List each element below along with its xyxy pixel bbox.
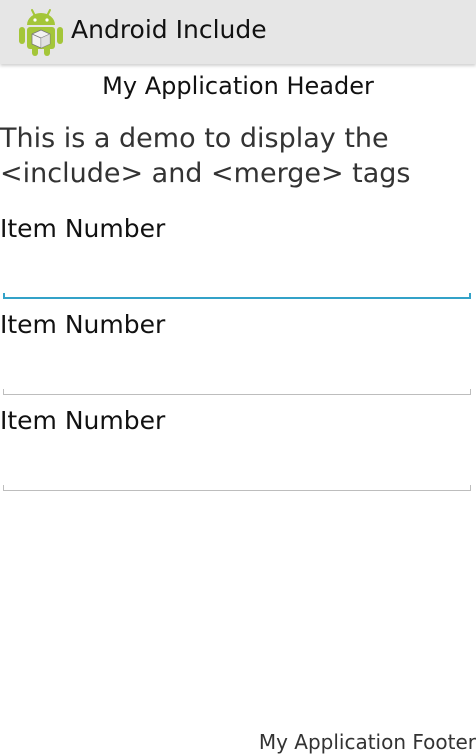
item-number-label-2: Item Number [0,310,166,339]
item-number-input-1-underline [3,293,471,299]
item-number-input-2[interactable] [3,346,471,390]
application-footer: My Application Footer [258,730,476,754]
action-bar: Android Include [0,0,476,64]
item-number-input-1[interactable] [3,250,471,294]
item-number-input-2-underline [3,389,471,395]
item-number-input-3[interactable] [3,442,471,486]
item-number-label-1: Item Number [0,214,166,243]
item-number-input-3-underline [3,485,471,491]
application-header: My Application Header [102,72,374,100]
app-screen: Android Include My Application Header Th… [0,0,476,755]
app-title: Android Include [71,15,267,44]
demo-description: This is a demo to display the <include> … [0,123,411,189]
item-number-label-3: Item Number [0,406,166,435]
android-robot-icon [19,9,63,56]
